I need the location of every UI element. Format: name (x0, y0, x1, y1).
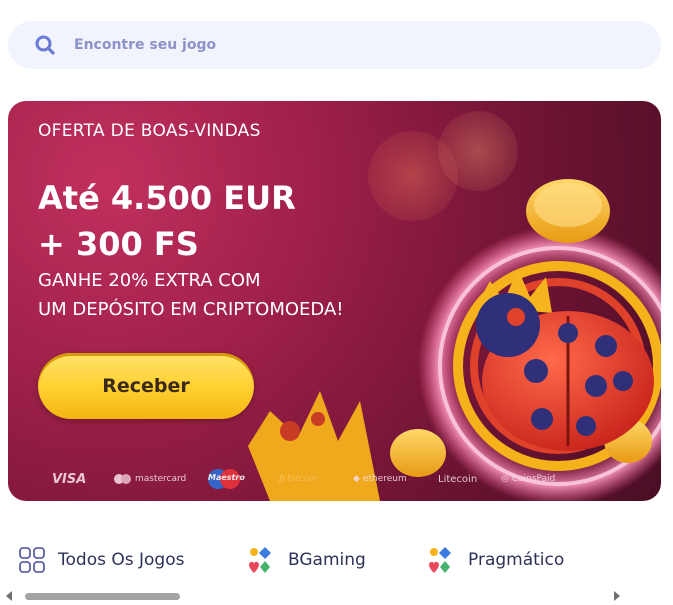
headline-free-spins: + 300 FS (38, 225, 199, 263)
horizontal-scrollbar[interactable] (0, 588, 673, 605)
bitcoin-label: bitcoin (287, 474, 318, 484)
search-input[interactable] (74, 37, 594, 53)
mastercard-icon (121, 474, 131, 484)
ethereum-icon: ◆ (353, 474, 360, 484)
bitcoin-logo: ₿ bitcoin (278, 474, 317, 485)
payment-methods: VISA mastercard Maestro ₿ bitcoin ◆ ethe… (48, 469, 568, 489)
scrollbar-thumb[interactable] (25, 593, 180, 600)
subline-line2: UM DEPÓSITO EM CRIPTOMOEDA! (38, 299, 344, 320)
receive-bonus-button[interactable]: Receber (38, 353, 254, 419)
category-all-games[interactable]: Todos Os Jogos (18, 546, 184, 574)
maestro-icon: Maestro (208, 469, 245, 489)
category-bgaming[interactable]: BGaming (246, 545, 366, 575)
bitcoin-icon: ₿ (278, 474, 286, 485)
mastercard-logo: mastercard (114, 474, 186, 484)
coinspaid-logo: ◎ CoinsPaid (501, 474, 555, 484)
ethereum-logo: ◆ ethereum (353, 474, 407, 484)
scroll-left-arrow-icon[interactable] (6, 591, 12, 601)
ethereum-label: ethereum (362, 474, 407, 484)
category-label: Todos Os Jogos (58, 550, 185, 570)
scroll-right-arrow-icon[interactable] (614, 591, 620, 601)
offer-subline: GANHE 20% EXTRA COM UM DEPÓSITO EM CRIPT… (38, 266, 343, 324)
litecoin-logo: Litecoin (438, 473, 478, 485)
search-icon[interactable] (34, 34, 56, 56)
offer-kicker: OFERTA DE BOAS-VINDAS (38, 121, 261, 141)
card-suits-icon (429, 547, 451, 573)
card-suits-icon (249, 547, 271, 573)
maestro-logo: Maestro (208, 469, 245, 489)
maestro-label: Maestro (208, 473, 245, 482)
coinspaid-icon: ◎ (501, 474, 509, 484)
visa-logo: VISA (52, 471, 87, 487)
grid-icon (19, 547, 45, 573)
headline-amount: Até 4.500 EUR (38, 179, 296, 217)
category-list: Todos Os Jogos BGaming Pragmático (18, 540, 668, 580)
category-label: BGaming (288, 550, 366, 570)
search-bar[interactable] (8, 21, 661, 69)
offer-headline: Até 4.500 EUR + 300 FS (38, 175, 296, 267)
coinspaid-label: CoinsPaid (511, 474, 556, 484)
category-pragmatic[interactable]: Pragmático (426, 545, 564, 575)
welcome-offer-banner[interactable]: OFERTA DE BOAS-VINDAS Até 4.500 EUR + 30… (8, 101, 661, 501)
subline-line1: GANHE 20% EXTRA COM (38, 270, 261, 291)
mastercard-label: mastercard (135, 474, 187, 484)
category-label: Pragmático (468, 550, 565, 570)
